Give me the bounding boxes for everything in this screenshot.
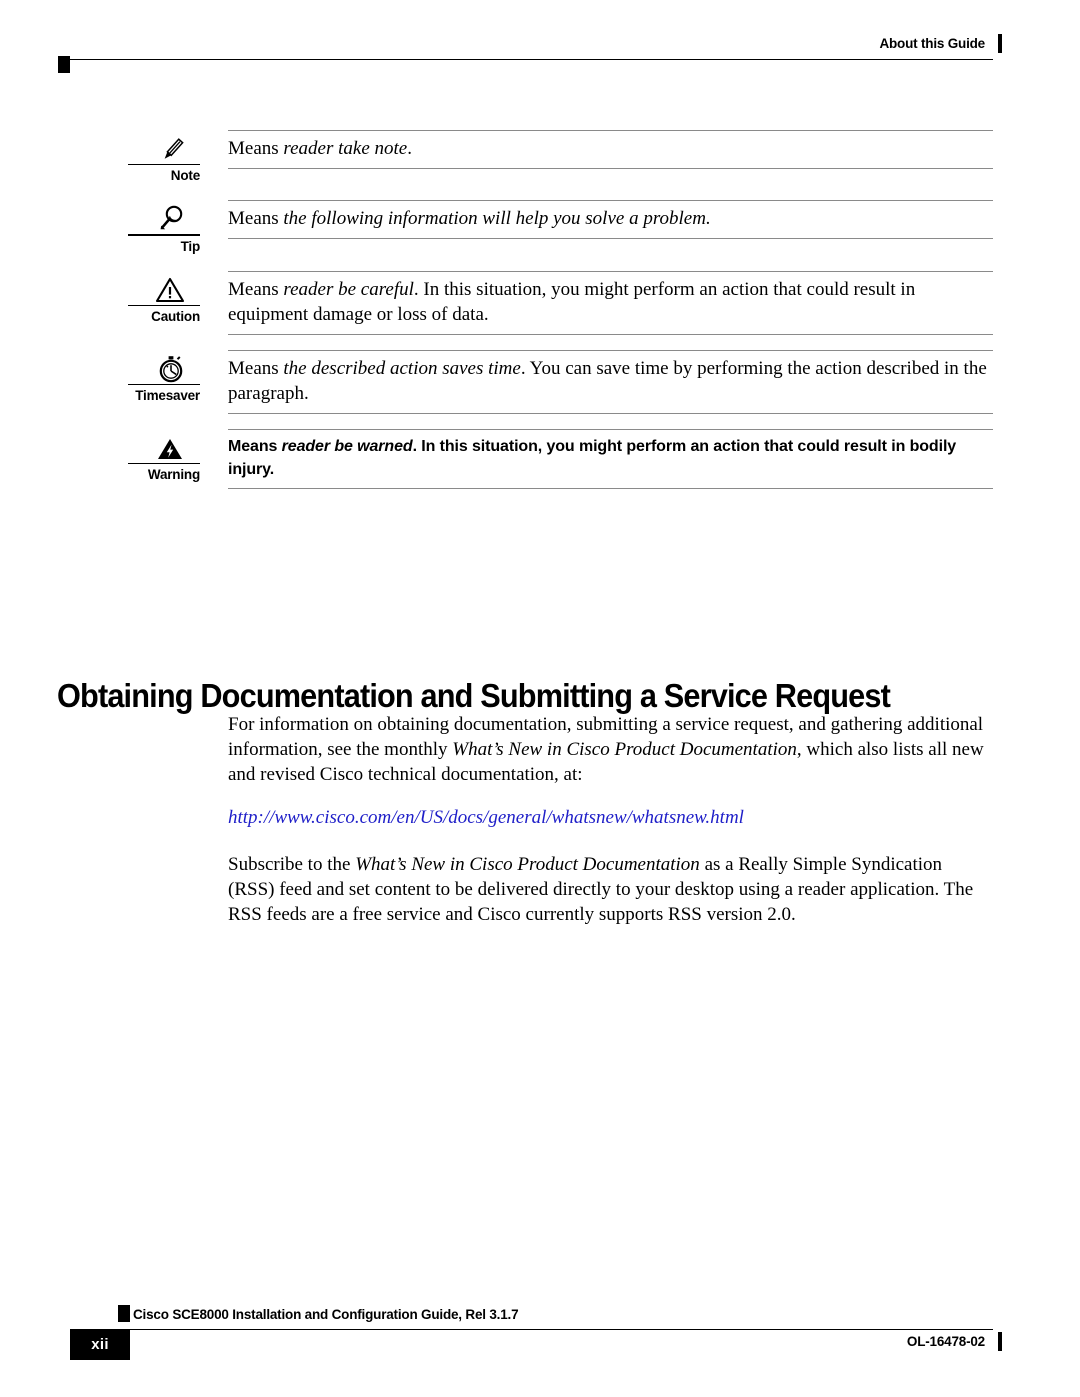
admonition-text: Means reader be careful. In this situati… [228, 278, 916, 325]
stopwatch-icon [0, 350, 200, 384]
footer-tick-mark [998, 1332, 1002, 1351]
admonition-caution: Caution Means reader be careful. In this… [0, 270, 1080, 335]
admonition-label: Note [170, 168, 200, 184]
admonition-list: Note Means reader take note. Tip Means t… [0, 130, 1080, 502]
page-header: About this Guide [0, 0, 1080, 80]
admonition-body: Means reader take note. [200, 130, 1080, 170]
body-rule-bottom [228, 333, 993, 335]
whatsnew-url-link[interactable]: http://www.cisco.com/en/US/docs/general/… [228, 805, 993, 830]
admonition-text: Means the following information will hel… [228, 208, 711, 230]
admonition-text: Means the described action saves time. Y… [228, 357, 987, 404]
footer-rule [118, 1329, 993, 1331]
footer-guide-title: Cisco SCE8000 Installation and Configura… [133, 1307, 519, 1322]
admonition-label: Tip [180, 238, 201, 254]
section-heading: Obtaining Documentation and Submitting a… [57, 677, 891, 715]
admonition-note: Note Means reader take note. [0, 130, 1080, 184]
paragraph-obtaining-docs: For information on obtaining documentati… [228, 714, 984, 785]
admonition-text: Means reader be warned. In this situatio… [228, 438, 957, 479]
section-body: For information on obtaining documentati… [228, 712, 993, 945]
admonition-warning: Warning Means reader be warned. In this … [0, 428, 1080, 490]
footer-corner-square [118, 1305, 130, 1322]
admonition-tip: Tip Means the following information will… [0, 200, 1080, 254]
running-header-title: About this Guide [879, 36, 985, 51]
body-rule-bottom [228, 238, 993, 240]
admonition-body: Means the following information will hel… [200, 200, 1080, 240]
pencil-icon [0, 130, 200, 164]
admonition-timesaver: Timesaver Means the described action sav… [0, 349, 1080, 414]
admonition-body: Means reader be warned. In this situatio… [200, 428, 1080, 490]
admonition-label: Warning [147, 467, 200, 483]
lightning-triangle-icon [0, 429, 200, 463]
admonition-body: Means reader be careful. In this situati… [200, 270, 1080, 335]
body-rule-bottom [228, 168, 993, 170]
warning-triangle-icon [0, 271, 200, 305]
admonition-label: Timesaver [135, 388, 200, 404]
admonition-body: Means the described action saves time. Y… [200, 349, 1080, 414]
page-footer: Cisco SCE8000 Installation and Configura… [0, 1305, 1080, 1375]
body-rule-bottom [228, 412, 993, 414]
footer-document-id: OL-16478-02 [906, 1334, 985, 1349]
lightbulb-magnifier-icon [0, 200, 200, 234]
admonition-label-block: Caution [0, 271, 200, 325]
header-corner-square [58, 56, 70, 73]
admonition-label: Caution [151, 308, 200, 324]
page-number: xii [91, 1336, 109, 1353]
admonition-text: Means reader take note. [228, 138, 412, 160]
admonition-label-block: Timesaver [0, 350, 200, 404]
admonition-label-block: Note [0, 130, 200, 184]
header-rule [62, 59, 993, 61]
admonition-label-block: Tip [0, 200, 200, 254]
body-rule-bottom [228, 488, 993, 490]
admonition-label-block: Warning [0, 429, 200, 483]
header-tick-mark [998, 34, 1002, 53]
paragraph-rss-subscribe: Subscribe to the What’s New in Cisco Pro… [228, 854, 974, 925]
